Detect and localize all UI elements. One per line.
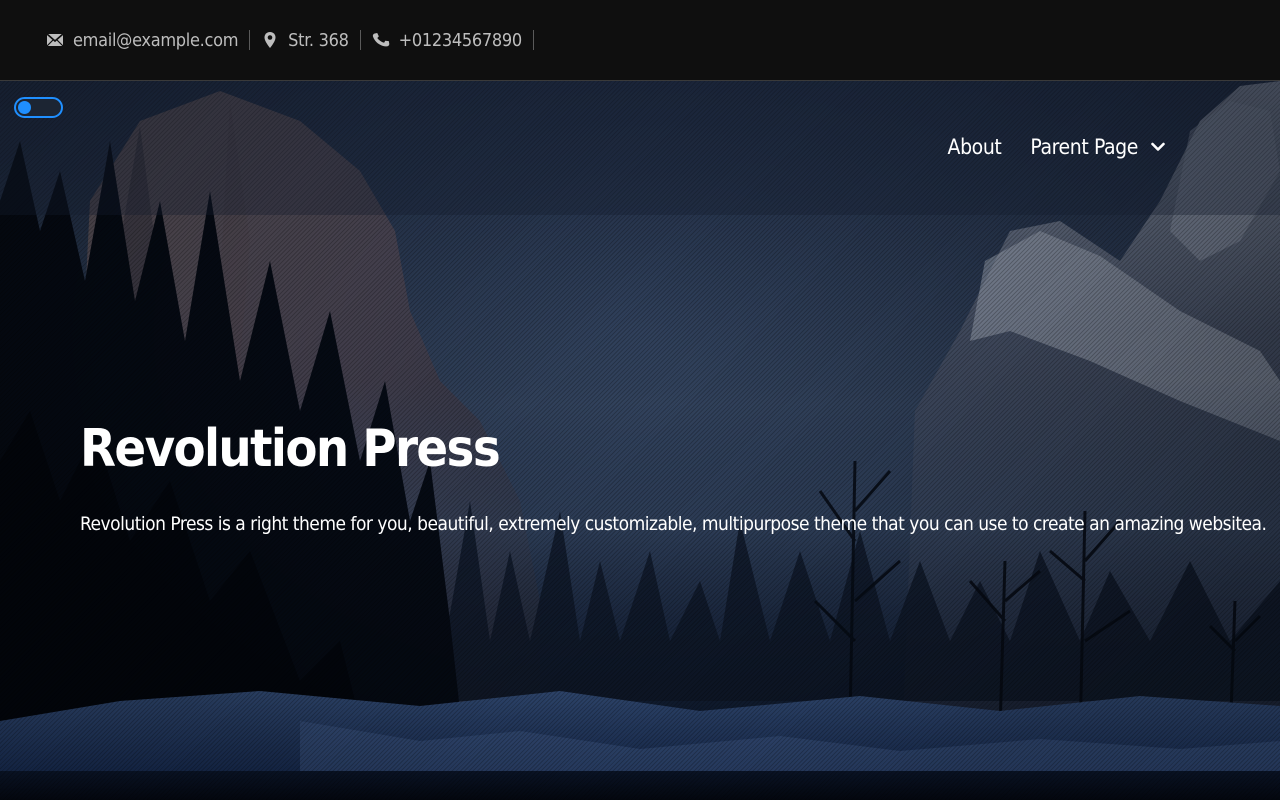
hero-description: Revolution Press is a right theme for yo…	[80, 513, 1267, 535]
envelope-icon	[46, 31, 64, 49]
nav-item-about[interactable]: About	[948, 135, 1002, 159]
map-pin-icon	[261, 31, 279, 49]
theme-toggle[interactable]	[14, 97, 63, 118]
phone-icon	[372, 31, 390, 49]
contact-phone-text: +01234567890	[398, 29, 523, 51]
chevron-down-icon[interactable]	[1150, 139, 1166, 155]
nav-item-label: Parent Page	[1030, 135, 1138, 159]
contact-phone[interactable]: +01234567890	[372, 29, 534, 51]
nav-item-label: About	[947, 135, 1002, 159]
contact-email-text: email@example.com	[73, 29, 239, 51]
top-contact-bar: email@example.com Str. 368 +01234567890	[0, 0, 1280, 81]
hero-section: About Parent Page Revolution Press Revol…	[0, 81, 1280, 800]
page: email@example.com Str. 368 +01234567890	[0, 0, 1280, 800]
toggle-knob	[18, 101, 31, 114]
site-header: About Parent Page	[0, 81, 1280, 215]
contact-email[interactable]: email@example.com	[46, 29, 251, 51]
hero-title: Revolution Press	[80, 419, 501, 479]
contact-address[interactable]: Str. 368	[261, 29, 361, 51]
nav-item-parent-page[interactable]: Parent Page	[1030, 135, 1166, 159]
contact-address-text: Str. 368	[288, 29, 349, 51]
main-nav: About Parent Page	[919, 135, 1166, 159]
